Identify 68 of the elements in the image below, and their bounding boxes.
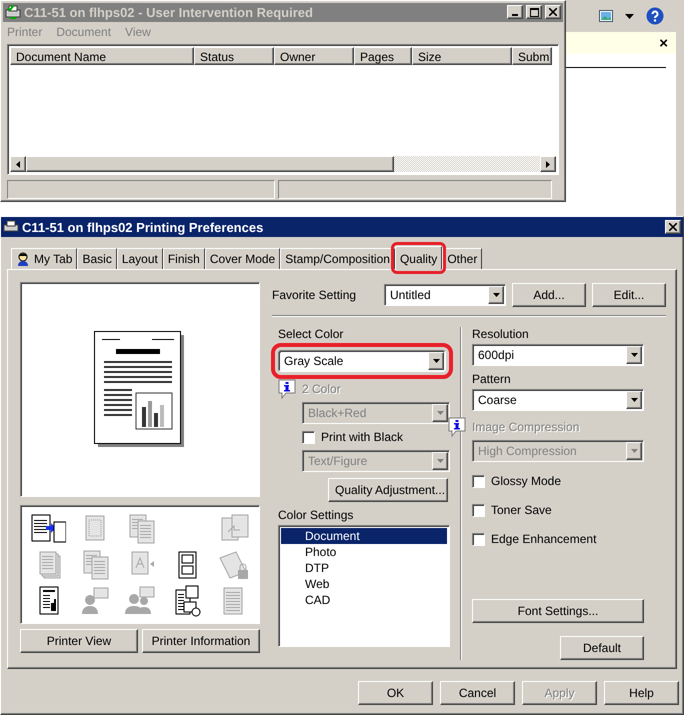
dropdown-arrow-icon[interactable] <box>630 398 638 402</box>
tab[interactable]: Finish <box>162 248 205 269</box>
preview-button[interactable]: Printer View <box>20 629 138 653</box>
list-item[interactable]: Photo <box>281 544 447 560</box>
checkbox[interactable] <box>472 474 485 488</box>
field-label: Favorite Setting <box>272 288 358 302</box>
dialog-button[interactable]: Cancel <box>440 681 515 705</box>
column-header[interactable]: Subm <box>512 46 552 65</box>
scroll-left-icon[interactable] <box>16 160 20 168</box>
favorite-button[interactable]: Edit... <box>592 283 666 307</box>
column-header[interactable]: Document Name <box>10 46 194 65</box>
dropdown-arrow-icon[interactable] <box>492 293 500 297</box>
list-item[interactable]: Web <box>281 576 447 592</box>
column-header[interactable]: Status <box>194 46 274 65</box>
scroll-right-icon[interactable] <box>546 160 550 168</box>
field-label: Color Settings <box>278 508 354 522</box>
dropdown-arrow-icon[interactable] <box>432 359 440 363</box>
resolution-dropdown[interactable]: 600dpi <box>472 344 644 366</box>
tab[interactable]: Cover Mode <box>204 248 280 269</box>
person-icon <box>16 252 30 266</box>
info-icon <box>278 379 296 399</box>
tab[interactable]: Stamp/Composition <box>280 248 395 269</box>
field-label: Resolution <box>472 327 530 341</box>
checkbox-label: Edge Enhancement <box>491 532 596 546</box>
field-label: Image Compression <box>472 420 580 434</box>
maximize-icon[interactable] <box>526 5 542 20</box>
minimize-icon[interactable] <box>507 5 523 20</box>
list-item[interactable]: DTP <box>281 560 447 576</box>
field-label: Pattern <box>472 372 512 386</box>
checkbox-label: Glossy Mode <box>491 474 562 488</box>
checkbox-label: Toner Save <box>491 503 552 517</box>
default-button[interactable]: Default <box>560 636 644 660</box>
printer-icon <box>3 220 19 234</box>
column-header[interactable]: Size <box>412 46 512 65</box>
close-icon[interactable] <box>665 220 681 234</box>
checkbox[interactable] <box>472 504 485 516</box>
field-label: Select Color <box>278 327 344 341</box>
checkbox-label: Print with Black <box>321 430 404 444</box>
close-icon[interactable] <box>545 5 561 20</box>
font-settings-button[interactable]: Font Settings... <box>472 599 644 623</box>
dialog-title: C11-51 on flhps02 Printing Preferences <box>22 220 264 234</box>
caret-icon[interactable] <box>625 14 634 18</box>
tab[interactable]: Basic <box>77 248 117 269</box>
printer-icon <box>5 4 21 20</box>
tab[interactable]: My Tab <box>11 248 78 269</box>
list-item[interactable]: Document <box>281 528 447 544</box>
horizontal-scrollbar[interactable] <box>10 156 556 172</box>
column-header[interactable]: Owner <box>274 46 354 65</box>
dialog-button[interactable]: Help <box>604 681 679 705</box>
field-label: 2 Color <box>302 382 341 396</box>
list-item[interactable]: CAD <box>281 592 447 608</box>
window-title: C11-51 on flhps02 - User Intervention Required <box>24 4 314 20</box>
dialog-button[interactable]: OK <box>358 681 433 705</box>
quality-adjustment-button[interactable]: Quality Adjustment... <box>328 478 448 502</box>
preview-button[interactable]: Printer Information <box>142 629 260 653</box>
column-header[interactable]: Pages <box>354 46 412 65</box>
picture-icon[interactable] <box>599 10 613 22</box>
help-icon[interactable] <box>646 7 664 25</box>
banner-close-button[interactable]: × <box>659 34 668 52</box>
favorite-button[interactable]: Add... <box>512 283 586 307</box>
checkbox[interactable] <box>472 532 485 546</box>
pattern-dropdown[interactable]: Coarse <box>472 389 644 411</box>
favorite-setting-dropdown[interactable]: Untitled <box>384 284 506 306</box>
checkbox[interactable] <box>302 430 315 444</box>
tab[interactable]: Other <box>442 248 482 269</box>
tab[interactable]: Layout <box>116 248 163 269</box>
dropdown-arrow-icon[interactable] <box>630 353 638 357</box>
printer-arrow-icon[interactable] <box>30 512 66 545</box>
